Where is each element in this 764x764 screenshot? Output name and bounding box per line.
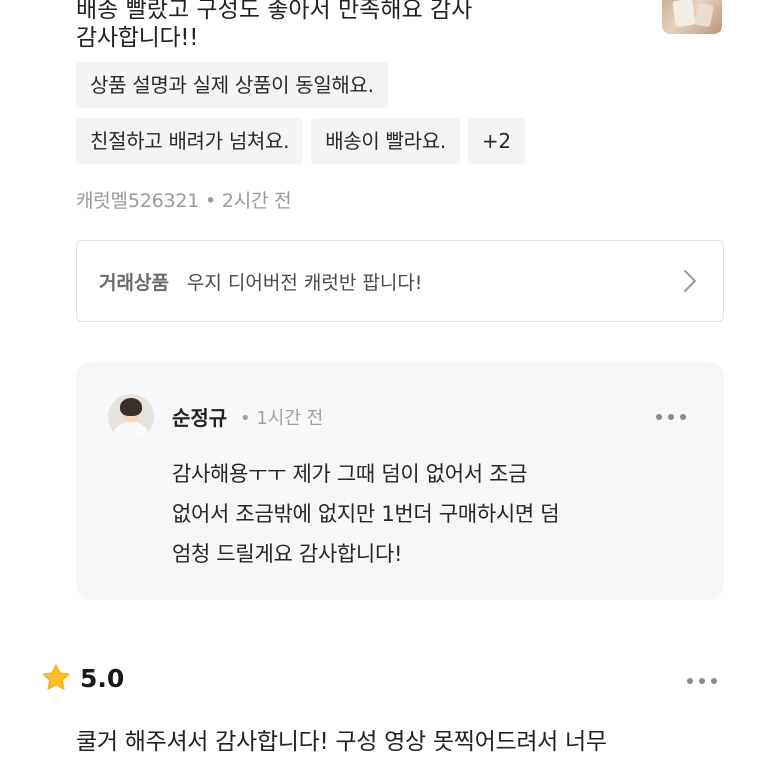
review-author[interactable]: 캐럿멜526321 (76, 190, 199, 212)
reply-line: 감사해용ㅜㅜ 제가 그때 덤이 없어서 조금 (172, 462, 528, 486)
review-tag: 친절하고 배려가 넘쳐요. (76, 118, 304, 164)
chevron-right-icon (679, 270, 701, 292)
review-text: 감사합니다!! (76, 25, 199, 51)
more-tags-button[interactable]: +2 (467, 118, 525, 164)
review-meta: 캐럿멜526321 • 2시간 전 (76, 186, 292, 213)
reply-time: • 1시간 전 (240, 408, 324, 429)
reply-author[interactable]: 순정규 (172, 402, 227, 431)
review-time: 2시간 전 (221, 190, 292, 212)
review-rating: 5.0 (40, 662, 124, 694)
review-text: 쿨거 해주셔서 감사합니다! 구성 영상 못찍어드려서 너무 (76, 729, 607, 755)
review-tags-row-1: 상품 설명과 실제 상품이 동일해요. (76, 62, 388, 108)
trade-title: 우지 디어버전 캐럿반 팝니다! (186, 271, 423, 294)
meta-separator: • (199, 190, 222, 212)
reply-line: 없어서 조금밖에 없지만 1번더 구매하시면 덤 (172, 502, 560, 526)
review-tags-row-2: 친절하고 배려가 넘쳐요. 배송이 빨라요. +2 (76, 118, 525, 164)
rating-value: 5.0 (80, 663, 125, 693)
reply-body: 감사해용ㅜㅜ 제가 그때 덤이 없어서 조금 없어서 조금밖에 없지만 1번더 … (172, 454, 692, 574)
trade-label: 거래상품 (99, 271, 169, 294)
seller-reply-card: 순정규 • 1시간 전 감사해용ㅜㅜ 제가 그때 덤이 없어서 조금 없어서 조… (76, 362, 724, 600)
more-icon[interactable] (687, 678, 717, 684)
review-photo-thumbnail[interactable] (662, 0, 722, 34)
review-list: 배송 빨랐고 구성도 좋아서 만족해요 감사 감사합니다!! 상품 설명과 실제… (0, 0, 764, 764)
star-icon (42, 664, 70, 690)
more-icon[interactable] (656, 414, 686, 420)
avatar[interactable] (108, 394, 154, 440)
review-tag: 상품 설명과 실제 상품이 동일해요. (76, 62, 388, 108)
reply-line: 엄청 드릴게요 감사합니다! (172, 542, 403, 566)
trade-item-link[interactable]: 거래상품 우지 디어버전 캐럿반 팝니다! (76, 240, 724, 322)
review-tag: 배송이 빨라요. (311, 118, 460, 164)
